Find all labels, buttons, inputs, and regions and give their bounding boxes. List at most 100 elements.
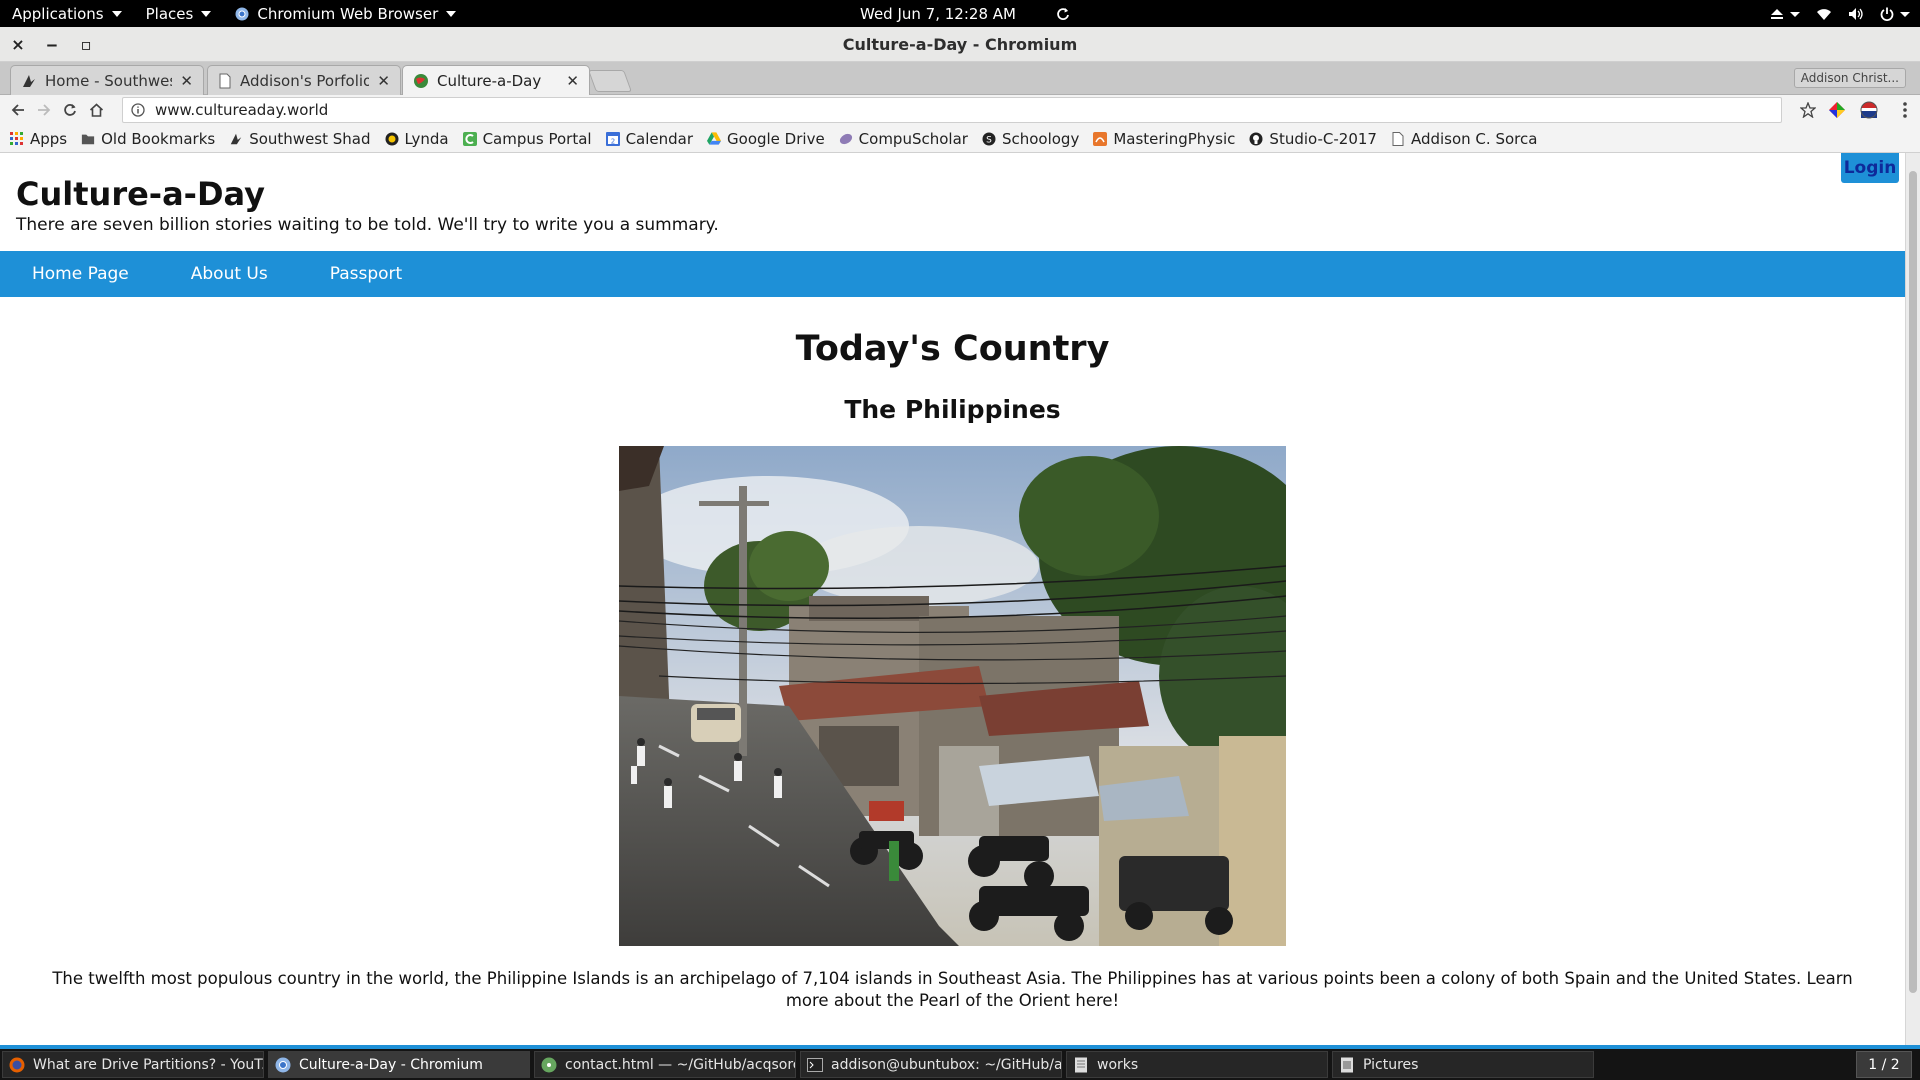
calendar-icon: 2 xyxy=(605,131,620,146)
maximize-window-button[interactable]: ▫ xyxy=(71,27,101,62)
power-icon[interactable] xyxy=(1880,7,1910,21)
home-button[interactable] xyxy=(83,96,109,124)
chevron-down-icon xyxy=(446,10,457,17)
address-bar[interactable]: www.cultureaday.world xyxy=(122,97,1782,123)
campus-portal-icon xyxy=(462,131,477,146)
forward-button[interactable] xyxy=(31,96,57,124)
close-tab-icon[interactable]: ✕ xyxy=(566,72,579,90)
window-list-taskbar: What are Drive Partitions? - YouT... Cul… xyxy=(0,1045,1920,1080)
window-title: Culture-a-Day - Chromium xyxy=(842,34,1078,54)
bookmark-lynda[interactable]: Lynda xyxy=(385,130,449,148)
bookmark-label: Apps xyxy=(30,129,68,148)
bookmark-label: CompuScholar xyxy=(858,129,968,148)
bookmark-label: Southwest Shad xyxy=(249,129,371,148)
back-button[interactable] xyxy=(5,96,31,124)
firefox-icon xyxy=(9,1057,25,1072)
github-icon xyxy=(1249,132,1263,146)
tab-label: Home - Southwest S xyxy=(45,71,172,90)
app-menu[interactable]: Chromium Web Browser xyxy=(223,0,468,27)
close-tab-icon[interactable]: ✕ xyxy=(180,72,193,90)
task-atom-editor[interactable]: contact.html — ~/GitHub/acqsorc... xyxy=(534,1051,796,1078)
page-scrollbar[interactable] xyxy=(1905,153,1920,1045)
login-button[interactable]: Login xyxy=(1841,153,1899,183)
bookmark-addison[interactable]: Addison C. Sorca xyxy=(1391,130,1537,148)
reload-button[interactable] xyxy=(57,96,83,124)
home-icon xyxy=(89,103,103,117)
country-photo xyxy=(619,446,1286,946)
bookmark-label: MasteringPhysic xyxy=(1113,129,1236,148)
bookmarks-bar: Apps Old Bookmarks Southwest Shad Lynda … xyxy=(0,125,1920,153)
bookmark-southwest[interactable]: Southwest Shad xyxy=(229,129,371,148)
eject-icon[interactable] xyxy=(1770,7,1800,21)
web-page: Login Culture-a-Day There are seven bill… xyxy=(0,153,1905,1045)
bookmark-star-icon[interactable] xyxy=(1800,102,1816,118)
close-window-button[interactable]: × xyxy=(3,27,33,62)
nav-passport[interactable]: Passport xyxy=(330,264,402,284)
nav-home-page[interactable]: Home Page xyxy=(32,264,129,284)
app-menu-label: Chromium Web Browser xyxy=(257,4,439,23)
tab-southwest[interactable]: Home - Southwest S ✕ xyxy=(10,65,204,95)
task-chromium[interactable]: Culture-a-Day - Chromium xyxy=(268,1051,530,1078)
places-label: Places xyxy=(145,4,194,23)
bookmark-apps[interactable]: Apps xyxy=(10,130,67,148)
volume-icon[interactable] xyxy=(1848,7,1864,21)
bookmark-label: Lynda xyxy=(404,129,449,148)
tab-portfolio[interactable]: Addison's Porfolio: ✕ xyxy=(207,65,401,95)
bookmark-label: Old Bookmarks xyxy=(101,129,216,148)
page-icon xyxy=(219,73,231,88)
clock[interactable]: Wed Jun 7, 12:28 AM xyxy=(860,5,1016,23)
bookmark-label: Addison C. Sorca xyxy=(1410,129,1538,148)
nav-about-us[interactable]: About Us xyxy=(191,264,268,284)
task-youtube-firefox[interactable]: What are Drive Partitions? - YouT... xyxy=(2,1051,264,1078)
country-description: The twelfth most populous country in the… xyxy=(52,969,1853,1010)
profile-button[interactable]: Addison Christ... xyxy=(1793,68,1906,88)
bookmark-schoology[interactable]: S Schoology xyxy=(982,130,1079,148)
task-works[interactable]: works xyxy=(1066,1051,1328,1078)
southwest-icon xyxy=(23,74,35,87)
scrollbar-thumb[interactable] xyxy=(1909,171,1917,993)
arrow-right-icon xyxy=(38,104,51,116)
globe-icon xyxy=(414,73,428,88)
bookmark-calendar[interactable]: 2 Calendar xyxy=(605,130,693,148)
flag-extension-icon[interactable] xyxy=(1860,101,1878,119)
arrow-left-icon xyxy=(11,104,24,116)
tab-culture-a-day[interactable]: Culture-a-Day ✕ xyxy=(402,65,590,95)
southwest-icon xyxy=(229,132,243,146)
bookmark-studio-c[interactable]: Studio-C-2017 xyxy=(1249,130,1377,148)
menu-kebab-icon[interactable] xyxy=(1902,101,1908,119)
task-label: addison@ubuntubox: ~/GitHub/ac... xyxy=(831,1056,1062,1073)
refresh-icon[interactable] xyxy=(1056,7,1070,21)
compuscholar-icon xyxy=(839,132,853,146)
bookmark-label: Schoology xyxy=(1001,129,1080,148)
tab-label: Addison's Porfolio: xyxy=(240,71,370,90)
task-terminal[interactable]: addison@ubuntubox: ~/GitHub/ac... xyxy=(800,1051,1062,1078)
task-label: contact.html — ~/GitHub/acqsorc... xyxy=(565,1056,796,1073)
task-label: Pictures xyxy=(1363,1056,1419,1073)
mastering-icon xyxy=(1093,131,1108,146)
schoology-icon: S xyxy=(982,132,996,146)
page-heading: Today's Country xyxy=(795,329,1110,369)
close-tab-icon[interactable]: ✕ xyxy=(377,72,390,90)
chromium-icon xyxy=(235,7,249,20)
info-icon[interactable] xyxy=(127,103,149,117)
svg-text:S: S xyxy=(986,135,992,145)
task-label: Culture-a-Day - Chromium xyxy=(299,1056,483,1073)
bookmark-google-drive[interactable]: Google Drive xyxy=(707,130,825,148)
document-icon xyxy=(1075,1057,1087,1072)
bookmark-compuscholar[interactable]: CompuScholar xyxy=(839,130,968,148)
bookmark-masteringphysics[interactable]: MasteringPhysic xyxy=(1093,130,1235,148)
bookmark-campus-portal[interactable]: Campus Portal xyxy=(462,130,592,148)
color-extension-icon[interactable] xyxy=(1828,101,1846,119)
new-tab-button[interactable] xyxy=(587,70,633,92)
apps-grid-icon xyxy=(10,131,24,146)
places-menu[interactable]: Places xyxy=(134,0,224,27)
workspace-switcher[interactable]: 1 / 2 xyxy=(1856,1051,1912,1078)
task-pictures[interactable]: Pictures xyxy=(1332,1051,1594,1078)
minimize-window-button[interactable]: ‒ xyxy=(37,27,67,62)
terminal-icon xyxy=(807,1057,823,1072)
applications-menu[interactable]: Applications xyxy=(0,0,134,27)
bookmark-old-bookmarks[interactable]: Old Bookmarks xyxy=(81,130,215,148)
tab-label: Culture-a-Day xyxy=(437,71,542,90)
atom-icon xyxy=(541,1057,557,1072)
wifi-icon[interactable] xyxy=(1816,7,1832,21)
